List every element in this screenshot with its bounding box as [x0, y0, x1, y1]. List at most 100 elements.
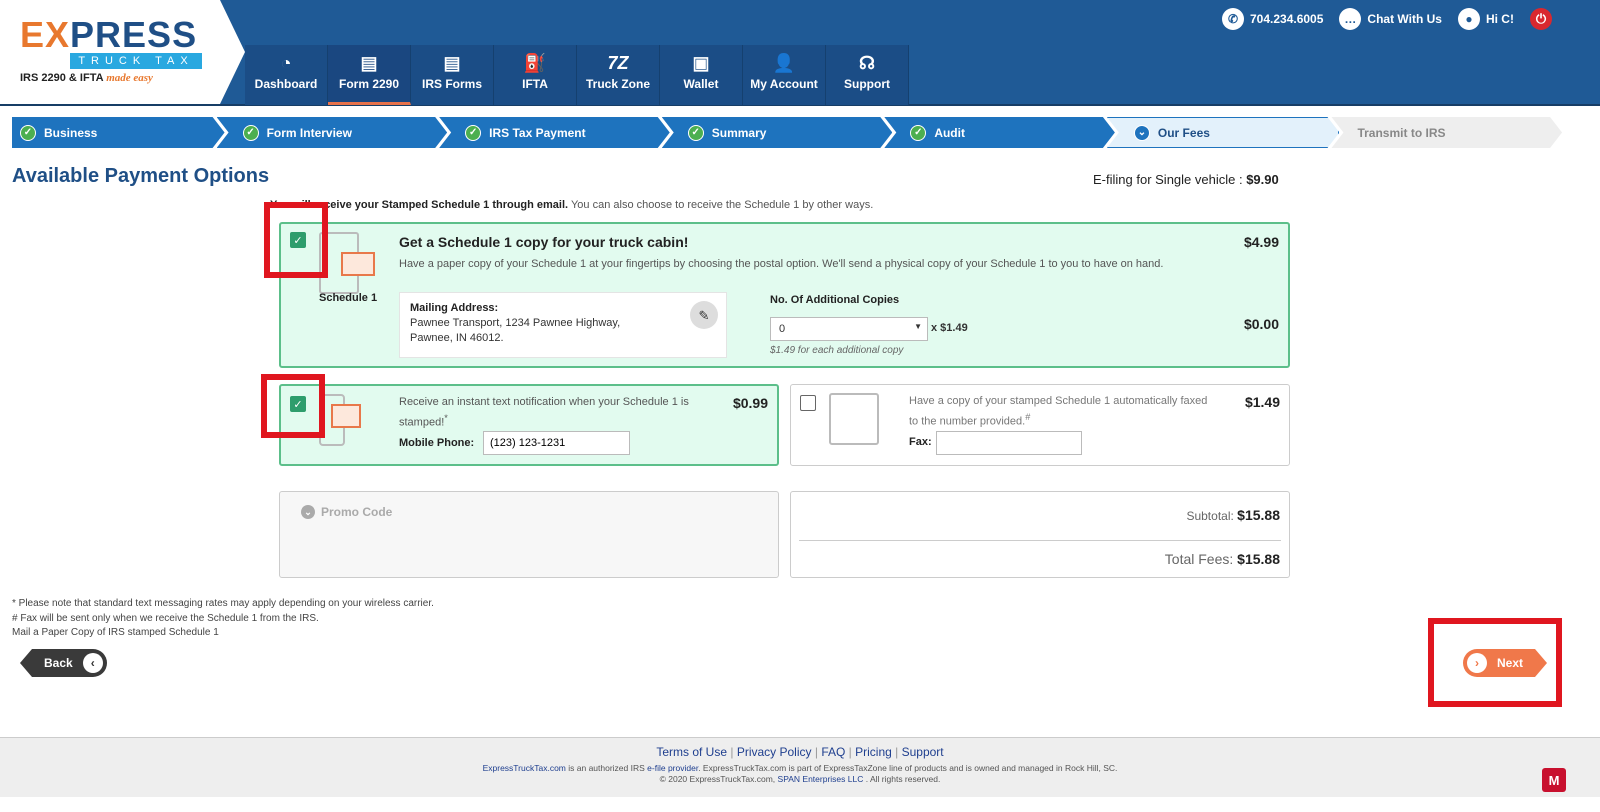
- mailing-address-label: Mailing Address:: [410, 302, 499, 314]
- step-summary[interactable]: ✓ Summary: [662, 117, 893, 148]
- user-icon: 👤: [772, 53, 796, 73]
- logo-subtitle: TRUCK TAX: [70, 53, 202, 69]
- check-circle-icon: ✓: [243, 125, 259, 141]
- faq-link[interactable]: FAQ: [821, 745, 845, 759]
- additional-copies-select[interactable]: 0 ▼: [770, 317, 928, 341]
- annotation-highlight: [1428, 618, 1562, 707]
- copyright: © 2020 ExpressTruckTax.com,: [659, 774, 778, 784]
- nav-my-account[interactable]: 👤 My Account: [743, 45, 826, 105]
- nav-truck-zone[interactable]: 7Z Truck Zone: [577, 45, 660, 105]
- step-label: Form Interview: [266, 125, 352, 140]
- divider: [799, 540, 1281, 541]
- step-business[interactable]: ✓ Business: [12, 117, 225, 148]
- logo-tag-script: made easy: [106, 72, 153, 84]
- address-line1: Pawnee Transport, 1234 Pawnee Highway,: [410, 317, 621, 329]
- footnotes: * Please note that standard text messagi…: [12, 597, 434, 641]
- nav-label: Wallet: [683, 77, 719, 91]
- nav-label: Dashboard: [254, 77, 318, 91]
- mobile-phone-input[interactable]: [483, 431, 630, 455]
- nav-form-2290[interactable]: ▤ Form 2290: [328, 45, 411, 105]
- nav-dashboard[interactable]: ◔ Dashboard: [245, 45, 328, 105]
- note-fax: # Fax will be sent only when we receive …: [12, 612, 319, 624]
- text-notification-desc: Receive an instant text notification whe…: [399, 394, 709, 431]
- step-audit[interactable]: ✓ Audit: [884, 117, 1115, 148]
- step-label: Transmit to IRS: [1357, 125, 1446, 140]
- check-circle-icon: ✓: [688, 125, 704, 141]
- privacy-link[interactable]: Privacy Policy: [737, 745, 812, 759]
- fax-label: Fax:: [909, 436, 932, 448]
- mcafee-shield-icon: M: [1542, 768, 1566, 792]
- chevron-down-circle-icon: ⌄: [1134, 125, 1150, 141]
- greeting: Hi C!: [1485, 12, 1514, 26]
- chat-icon: …: [1339, 8, 1362, 30]
- efile-provider-link[interactable]: e-file provider: [647, 763, 698, 773]
- intro-text: You will receive your Stamped Schedule 1…: [270, 199, 873, 211]
- address-line2: Pawnee, IN 46012.: [410, 332, 504, 344]
- check-circle-icon: ✓: [465, 125, 481, 141]
- nav-support[interactable]: ☊ Support: [826, 45, 909, 105]
- subtotal-value: $15.88: [1237, 507, 1280, 523]
- chat-link[interactable]: … Chat With Us: [1339, 8, 1442, 30]
- chevron-left-icon: ‹: [82, 653, 103, 673]
- headset-icon: ☊: [859, 53, 875, 73]
- logo-press: PRESS: [70, 14, 198, 55]
- support-link[interactable]: Support: [902, 745, 944, 759]
- nav-label: IRS Forms: [421, 77, 482, 91]
- fax-checkbox[interactable]: [800, 395, 816, 411]
- main-nav: ◔ Dashboard ▤ Form 2290 ▤ IRS Forms ⛽ IFTA 7…: [245, 45, 909, 105]
- note-mail: Mail a Paper Copy of IRS stamped Schedul…: [12, 627, 219, 638]
- annotation-highlight: [261, 374, 325, 438]
- chevron-down-circle-icon: ⌄: [301, 505, 315, 519]
- nav-wallet[interactable]: ▣ Wallet: [660, 45, 743, 105]
- additional-copies-label: No. Of Additional Copies: [770, 294, 900, 306]
- fax-price: $1.49: [1244, 394, 1280, 410]
- document-icon: ▤: [360, 53, 378, 73]
- efiling-fee: E-filing for Single vehicle : $9.90: [1093, 172, 1279, 187]
- logo-tagline: IRS 2290 & IFTA made easy: [20, 72, 153, 84]
- nav-ifta[interactable]: ⛽ IFTA: [494, 45, 577, 105]
- note-text-rates: * Please note that standard text messagi…: [12, 598, 434, 609]
- phone-number: 704.234.6005: [1250, 12, 1324, 26]
- logout-power-icon[interactable]: ⏻: [1529, 8, 1552, 30]
- nav-label: IFTA: [522, 77, 548, 91]
- fax-input[interactable]: [936, 431, 1082, 455]
- step-form-interview[interactable]: ✓ Form Interview: [217, 117, 448, 148]
- chat-label: Chat With Us: [1367, 12, 1442, 26]
- logo[interactable]: EXPRESS TRUCK TAX IRS 2290 & IFTA made e…: [0, 0, 245, 104]
- ett-link[interactable]: ExpressTruckTax.com: [483, 763, 566, 773]
- nav-label: Support: [844, 77, 890, 91]
- footer-text: . All rights reserved.: [863, 774, 941, 784]
- edit-pencil-icon[interactable]: ✎: [690, 301, 718, 329]
- text-notification-card: ✓ Receive an instant text notification w…: [279, 384, 779, 466]
- user-icon: ●: [1457, 8, 1480, 30]
- schedule1-copy-price: $4.99: [1243, 234, 1279, 250]
- intro-rest: You can also choose to receive the Sched…: [568, 199, 874, 211]
- fax-desc-text: Have a copy of your stamped Schedule 1 a…: [909, 395, 1208, 428]
- footer-line1: ExpressTruckTax.com is an authorized IRS…: [0, 763, 1600, 773]
- footer-text: is an authorized IRS: [565, 763, 648, 773]
- terms-link[interactable]: Terms of Use: [656, 745, 727, 759]
- copies-value: 0: [779, 323, 786, 335]
- total-label: Total Fees:: [1164, 551, 1234, 567]
- back-button[interactable]: Back ‹: [20, 649, 107, 677]
- nav-label: Form 2290: [338, 77, 400, 91]
- phone-link[interactable]: ✆ 704.234.6005: [1222, 8, 1323, 30]
- account-menu[interactable]: ● Hi C!: [1457, 8, 1514, 30]
- promo-code-toggle[interactable]: ⌄ Promo Code: [301, 505, 392, 519]
- step-irs-tax-payment[interactable]: ✓ IRS Tax Payment: [439, 117, 670, 148]
- pricing-link[interactable]: Pricing: [855, 745, 892, 759]
- annotation-highlight: [264, 202, 328, 278]
- step-label: Business: [44, 125, 98, 140]
- nav-label: Truck Zone: [585, 77, 650, 91]
- fax-machine-icon: [829, 393, 879, 445]
- span-link[interactable]: SPAN Enterprises LLC: [778, 774, 864, 784]
- logo-tag-text: IRS 2290 & IFTA: [20, 72, 104, 84]
- schedule1-icon-label: Schedule 1: [319, 292, 378, 304]
- text-desc: Receive an instant text notification whe…: [399, 396, 689, 429]
- nav-irs-forms[interactable]: ▤ IRS Forms: [411, 45, 494, 105]
- step-our-fees[interactable]: ⌄ Our Fees: [1107, 117, 1340, 148]
- schedule1-copy-card: ✓ Schedule 1 Get a Schedule 1 copy for y…: [279, 222, 1290, 368]
- text-notification-price: $0.99: [732, 395, 768, 411]
- fax-desc: Have a copy of your stamped Schedule 1 a…: [909, 393, 1219, 430]
- progress-steps: ✓ Business ✓ Form Interview ✓ IRS Tax Payme…: [12, 117, 1554, 148]
